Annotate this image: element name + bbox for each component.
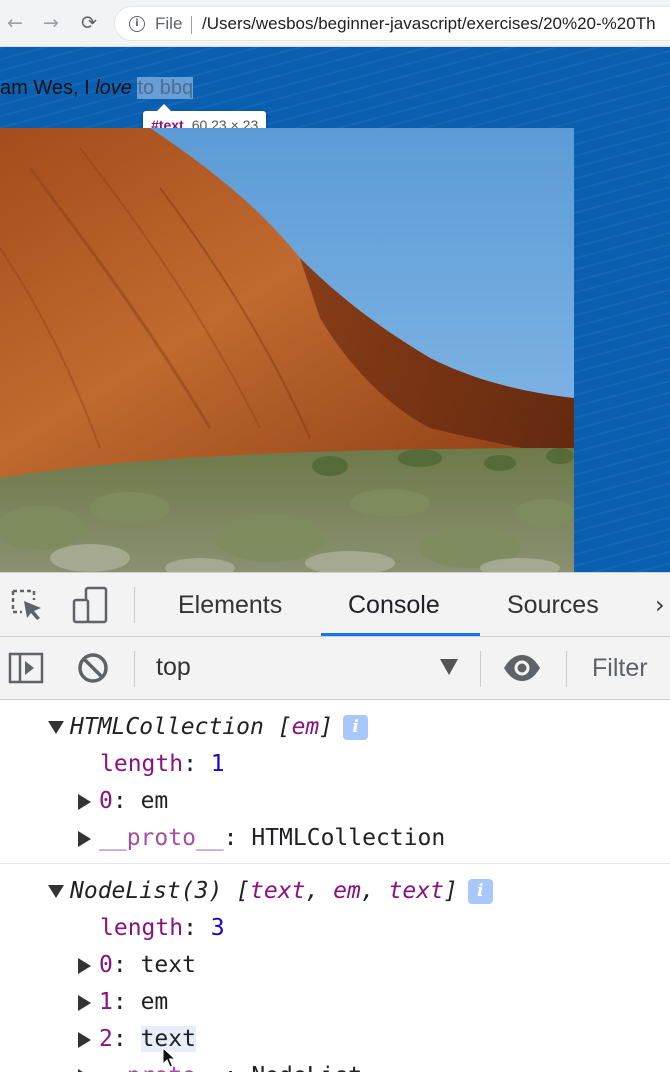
sentence-em: love xyxy=(95,77,132,99)
preview-item: em xyxy=(333,878,361,904)
object-type: NodeList(3) xyxy=(70,878,223,904)
property-key: 2 xyxy=(99,1026,113,1052)
property-key: 1 xyxy=(99,989,113,1015)
execution-context-select[interactable]: top xyxy=(136,637,480,699)
preview-item: em xyxy=(291,714,320,740)
info-badge-icon[interactable]: i xyxy=(343,715,369,740)
property-row[interactable]: 1: em xyxy=(78,986,168,1018)
expand-triangle-icon[interactable] xyxy=(78,994,91,1011)
back-arrow-icon[interactable]: ← xyxy=(0,8,30,38)
uluru-photo xyxy=(0,128,574,572)
property-key: 0 xyxy=(99,952,113,978)
toolbar-divider xyxy=(480,651,481,687)
property-row: length: 1 xyxy=(100,751,225,777)
property-key: length xyxy=(100,915,184,941)
expand-triangle-icon[interactable] xyxy=(48,721,64,734)
dropdown-arrow-icon xyxy=(440,659,458,675)
site-info-icon[interactable]: i xyxy=(129,16,145,32)
mouse-pointer-icon xyxy=(162,1047,176,1068)
tab-sources[interactable]: Sources xyxy=(507,573,599,637)
property-value: HTMLCollection xyxy=(251,825,446,851)
tab-console[interactable]: Console xyxy=(348,573,440,637)
preview-item: text xyxy=(250,878,306,904)
preview-item: text xyxy=(388,878,444,904)
reload-icon[interactable]: ⟳ xyxy=(74,8,104,38)
console-toolbar: top xyxy=(0,637,670,700)
sentence-text: am Wes, I xyxy=(0,77,96,99)
more-tabs-chevron-icon[interactable]: › xyxy=(655,573,665,637)
toolbar-divider xyxy=(566,651,567,687)
property-value: em xyxy=(140,788,169,814)
highlighted-text-node: to bbq xyxy=(137,77,194,99)
live-expression-eye-icon[interactable] xyxy=(502,653,542,683)
expand-triangle-icon[interactable] xyxy=(78,957,91,974)
tab-elements[interactable]: Elements xyxy=(178,573,282,637)
expand-triangle-icon[interactable] xyxy=(78,1068,91,1072)
console-filter-input[interactable] xyxy=(580,647,670,689)
device-toolbar-icon[interactable] xyxy=(72,586,108,624)
browser-toolbar: ← → ⟳ i File /Users/wesbos/beginner-java… xyxy=(0,0,670,47)
page-viewport: am Wes, I love to bbq #text 60.23 × 23 xyxy=(0,47,670,572)
object-header-nodelist[interactable]: NodeList(3) [text, em, text] i xyxy=(48,875,493,907)
forward-arrow-icon[interactable]: → xyxy=(36,8,66,38)
page-sentence: am Wes, I love to bbq xyxy=(0,75,194,101)
object-type: HTMLCollection xyxy=(70,714,264,740)
console-message-nodelist: NodeList(3) [text, em, text] i length: 3 … xyxy=(0,872,670,1072)
inspect-element-icon[interactable] xyxy=(10,588,44,622)
property-key: 0 xyxy=(99,788,113,814)
url-text[interactable]: /Users/wesbos/beginner-javascript/exerci… xyxy=(202,14,656,34)
context-value: top xyxy=(156,653,191,681)
info-badge-icon[interactable]: i xyxy=(467,879,493,904)
expand-triangle-icon[interactable] xyxy=(48,885,64,898)
address-bar-divider xyxy=(191,16,192,34)
expand-triangle-icon[interactable] xyxy=(78,793,91,810)
property-row[interactable]: __proto__: HTMLCollection xyxy=(78,822,445,854)
property-value: text xyxy=(140,952,196,978)
object-header-htmlcollection[interactable]: HTMLCollection [em] i xyxy=(48,711,369,743)
address-bar[interactable]: i File /Users/wesbos/beginner-javascript… xyxy=(114,6,670,41)
clear-console-icon[interactable] xyxy=(76,651,110,685)
property-row[interactable]: 0: em xyxy=(78,785,168,817)
property-value: 1 xyxy=(210,751,225,777)
property-row[interactable]: 2: text xyxy=(78,1023,196,1055)
console-message-htmlcollection: HTMLCollection [em] i length: 1 0: em __p… xyxy=(0,708,670,864)
toolbar-divider xyxy=(134,651,135,687)
property-value: 3 xyxy=(210,915,225,941)
property-key: length xyxy=(100,751,184,777)
devtools-tab-bar: Elements Console Sources › xyxy=(0,572,670,637)
console-output: HTMLCollection [em] i length: 1 0: em __p… xyxy=(0,700,670,1072)
expand-triangle-icon[interactable] xyxy=(78,830,91,847)
property-row: length: 3 xyxy=(100,915,225,941)
expand-triangle-icon[interactable] xyxy=(78,1031,91,1048)
property-value: em xyxy=(140,989,169,1015)
console-sidebar-icon[interactable] xyxy=(8,652,44,684)
property-row[interactable]: __proto__: NodeList xyxy=(78,1060,362,1072)
property-key: __proto__ xyxy=(99,825,224,851)
property-value: NodeList xyxy=(251,1063,362,1072)
active-tab-indicator xyxy=(321,633,480,636)
property-row[interactable]: 0: text xyxy=(78,949,196,981)
url-scheme-label: File xyxy=(155,14,183,33)
tab-bar-divider xyxy=(134,587,135,623)
